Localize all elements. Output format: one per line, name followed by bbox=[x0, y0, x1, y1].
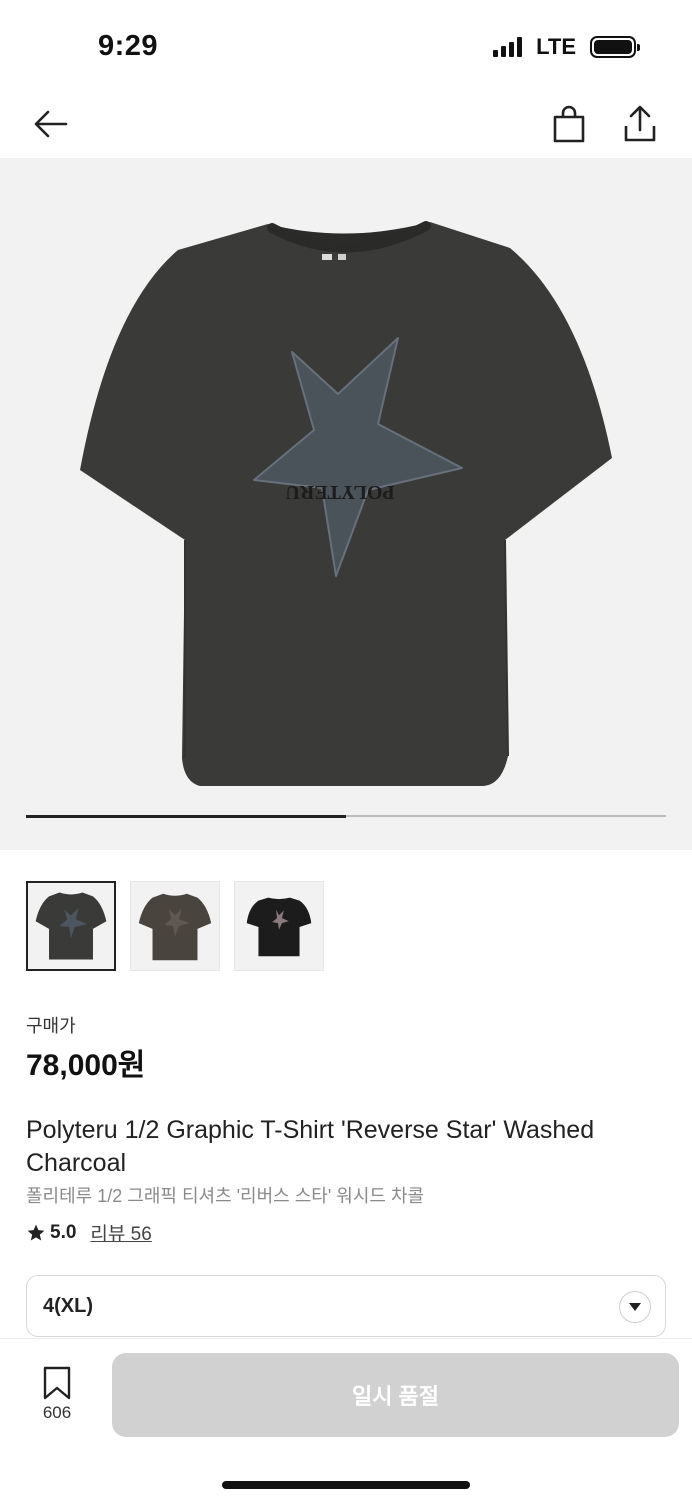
svg-text:POLYTERU: POLYTERU bbox=[285, 481, 394, 503]
product-image: POLYTERU bbox=[80, 221, 612, 786]
size-selected-value: 4(XL) bbox=[43, 1295, 93, 1317]
thumbnail-list bbox=[26, 881, 324, 971]
status-indicators: LTE bbox=[493, 34, 640, 60]
carousel-progress-fill bbox=[26, 814, 346, 818]
wishlist-button[interactable]: 606 bbox=[26, 1365, 88, 1427]
share-icon bbox=[624, 105, 656, 142]
status-bar: 9:29 LTE bbox=[0, 0, 692, 90]
star-icon bbox=[27, 1224, 45, 1240]
home-indicator bbox=[222, 1481, 470, 1489]
product-title-ko: 폴리테루 1/2 그래픽 티셔츠 '리버스 스타' 워시드 차콜 bbox=[26, 1186, 425, 1206]
sold-out-button[interactable]: 일시 품절 bbox=[112, 1353, 679, 1437]
battery-icon bbox=[590, 36, 640, 58]
status-time: 9:29 bbox=[98, 30, 159, 62]
back-arrow-icon bbox=[34, 110, 68, 138]
top-nav bbox=[0, 92, 692, 156]
thumbnail-2[interactable] bbox=[130, 881, 220, 971]
chevron-down-icon bbox=[619, 1291, 651, 1323]
signal-icon bbox=[493, 37, 523, 57]
thumbnail-image bbox=[35, 892, 107, 960]
thumbnail-image bbox=[138, 893, 212, 961]
carousel-progress bbox=[26, 814, 666, 818]
product-title-en: Polyteru 1/2 Graphic T-Shirt 'Reverse St… bbox=[26, 1116, 595, 1177]
price-value: 78,000원 bbox=[26, 1049, 146, 1082]
product-image-carousel[interactable]: POLYTERU bbox=[0, 158, 692, 850]
thumbnail-image bbox=[246, 897, 312, 957]
review-link[interactable]: 리뷰 56 bbox=[90, 1219, 151, 1246]
back-button[interactable] bbox=[26, 100, 74, 148]
price-label: 구매가 bbox=[26, 1016, 76, 1036]
rating-score: 5.0 bbox=[50, 1221, 77, 1243]
thumbnail-3[interactable] bbox=[234, 881, 324, 971]
bookmark-icon bbox=[43, 1366, 71, 1400]
thumbnail-1[interactable] bbox=[26, 881, 116, 971]
bottom-action-bar: 606 일시 품절 bbox=[0, 1338, 692, 1500]
cart-button[interactable] bbox=[545, 100, 593, 148]
rating: 5.0 리뷰 56 bbox=[26, 1219, 152, 1246]
shopping-bag-icon bbox=[553, 105, 585, 143]
network-label: LTE bbox=[536, 34, 576, 59]
size-dropdown[interactable]: 4(XL) bbox=[26, 1275, 666, 1337]
share-button[interactable] bbox=[616, 100, 664, 148]
wishlist-count: 606 bbox=[42, 1403, 72, 1422]
